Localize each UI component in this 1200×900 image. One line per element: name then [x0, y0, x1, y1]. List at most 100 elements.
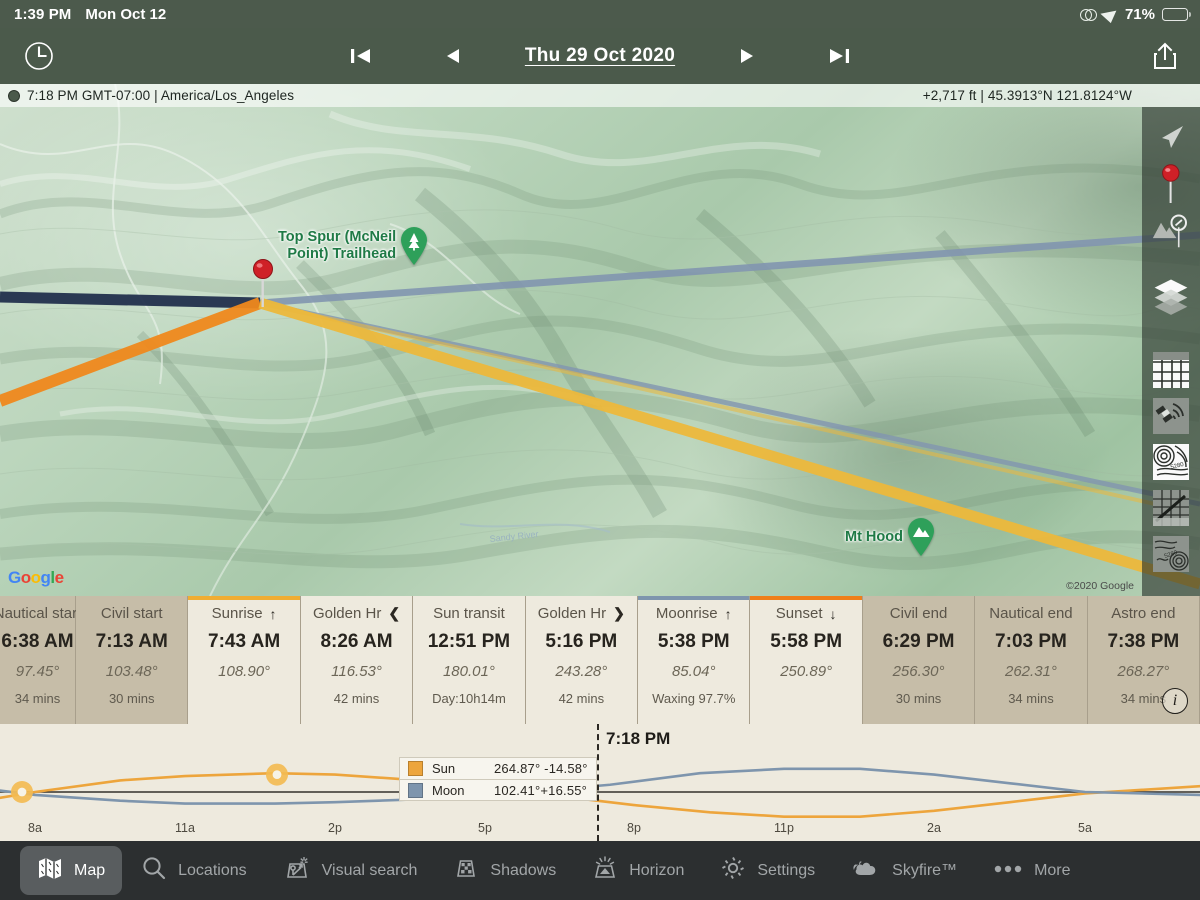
table-column[interactable]: Nautical start 6:38 AM 97.45° 34 mins [0, 596, 81, 724]
tab-settings[interactable]: Settings [703, 846, 832, 895]
column-azimuth: 243.28° [555, 663, 608, 680]
table-column[interactable]: Sunset ↓ 5:58 PM 250.89° [750, 596, 863, 724]
tab-visual-search[interactable]: Visual search [266, 846, 435, 895]
elevation-profile-icon[interactable] [1151, 485, 1191, 531]
tab-more[interactable]: More [976, 853, 1087, 889]
clock-icon[interactable] [22, 39, 56, 73]
bottom-tab-bar: Map Locations Visual search Shadows Horizon S… [0, 841, 1200, 900]
column-marker-icon: ❯ [613, 605, 625, 621]
column-header: Sunrise ↑ [212, 605, 277, 622]
map-canvas[interactable]: Sandy River Top Spur (McNeil Point) Trail… [0, 84, 1200, 596]
skip-to-end-button[interactable] [818, 36, 860, 76]
share-icon[interactable] [1152, 41, 1178, 71]
battery-percent: 71% [1124, 5, 1155, 23]
column-header: Sun transit [433, 605, 505, 622]
current-date-label[interactable]: Thu 29 Oct 2020 [525, 45, 675, 67]
skip-to-start-button[interactable] [340, 36, 382, 76]
satellite-icon[interactable] [1151, 393, 1191, 439]
column-header-label: Astro end [1111, 605, 1176, 622]
map-icon [37, 855, 63, 886]
top-toolbar: Thu 29 Oct 2020 [0, 28, 1200, 84]
poi-mt-hood[interactable]: Mt Hood [845, 517, 937, 557]
link-icon [1079, 8, 1097, 21]
tab-skyfire[interactable]: Skyfire™ [834, 847, 974, 894]
chart-legend: Sun 264.87° -14.58° Moon 102.41°+16.55° [399, 757, 597, 801]
map-info-bar: 7:18 PM GMT-07:00 | America/Los_Angeles … [0, 84, 1200, 107]
table-column[interactable]: Civil end 6:29 PM 256.30° 30 mins [862, 596, 976, 724]
column-duration: 34 mins [1008, 691, 1054, 706]
mountain-peak-icon[interactable] [1151, 207, 1191, 253]
moon-color-swatch [408, 782, 423, 798]
table-column[interactable]: Nautical end 7:03 PM 262.31° 34 mins [975, 596, 1088, 724]
poi-label-text: Mt Hood [845, 528, 903, 545]
status-date: Mon Oct 12 [85, 5, 167, 23]
table-column[interactable]: Golden Hr ❯ 5:16 PM 243.28° 42 mins [525, 596, 639, 724]
column-marker-icon: ↓ [829, 605, 837, 622]
location-arrow-icon [1100, 5, 1122, 23]
legend-row-sun: Sun 264.87° -14.58° [400, 758, 596, 779]
search-icon [141, 855, 167, 886]
table-column[interactable]: Sun transit 12:51 PM 180.01° Day:10h14m [413, 596, 526, 724]
primary-location-pin[interactable] [252, 259, 274, 307]
legend-row-moon: Moon 102.41°+16.55° [400, 779, 596, 800]
status-bar: 1:39 PM Mon Oct 12 71% [0, 0, 1200, 28]
column-header: Civil end [890, 605, 948, 622]
current-time-label: 7:18 PM [606, 729, 671, 748]
column-azimuth: 256.30° [892, 663, 945, 680]
table-column[interactable]: Moonrise ↑ 5:38 PM 85.04° Waxing 97.7% [638, 596, 751, 724]
sun-event-marker[interactable] [266, 763, 288, 786]
column-azimuth: 268.27° [1117, 663, 1170, 680]
column-duration: 42 mins [558, 691, 605, 706]
column-azimuth: 116.53° [331, 663, 382, 680]
table-column[interactable]: Golden Hr ❮ 8:26 AM 116.53° 42 mins [300, 596, 414, 724]
sun-moon-altitude-chart[interactable]: 7:18 PM 8a 11a 2p 5p 8p 11p 2a 5a [0, 724, 1200, 841]
moon-phase-icon [8, 89, 20, 102]
table-column[interactable]: Sunrise ↑ 7:43 AM 108.90° [188, 596, 301, 724]
tab-locations[interactable]: Locations [124, 846, 264, 895]
column-azimuth: 250.89° [780, 663, 833, 680]
shadows-icon [453, 855, 479, 886]
map-copyright: ©2020 Google [1066, 580, 1134, 592]
column-header: Nautical end [989, 605, 1072, 622]
column-marker-icon: ❮ [388, 605, 401, 621]
column-time: 5:38 PM [657, 631, 730, 652]
sun-event-marker[interactable] [11, 781, 33, 803]
status-bar-right: 71% [1079, 5, 1200, 23]
sun-color-swatch [408, 761, 423, 776]
chart-series-sun [0, 771, 1200, 818]
cloud-icon [851, 856, 881, 885]
column-time: 7:03 PM [995, 631, 1067, 652]
x-tick-label: 11a [175, 821, 195, 835]
info-button[interactable]: i [1162, 688, 1188, 714]
column-duration: 30 mins [108, 691, 155, 706]
tab-map[interactable]: Map [20, 846, 123, 895]
map-layers-icon[interactable] [1151, 263, 1191, 325]
column-azimuth: 262.31° [1005, 663, 1057, 680]
night-ray [0, 291, 261, 309]
column-duration: 34 mins [14, 691, 61, 706]
column-header-label: Golden Hr [537, 605, 607, 622]
topo-map-icon[interactable]: 5280 [1151, 531, 1191, 577]
column-time: 8:26 AM [320, 631, 393, 652]
column-header: Civil start [101, 605, 163, 622]
tab-horizon[interactable]: Horizon [575, 846, 701, 895]
tab-shadows[interactable]: Shadows [436, 846, 573, 895]
ellipsis-icon [993, 862, 1023, 880]
compass-north-icon[interactable] [1151, 115, 1191, 161]
grid-overlay-icon[interactable] [1151, 347, 1191, 393]
mountain-pin-icon [907, 518, 934, 556]
status-bar-left: 1:39 PM Mon Oct 12 [0, 6, 166, 23]
table-column[interactable]: Civil start 7:13 AM 103.48° 30 mins [76, 596, 189, 724]
column-time: 5:58 PM [770, 631, 843, 652]
step-backward-button[interactable] [432, 36, 474, 76]
column-time: 7:13 AM [95, 631, 168, 652]
contour-lines-icon[interactable]: 5280 [1151, 439, 1191, 485]
column-header: Nautical start [0, 605, 81, 622]
step-forward-button[interactable] [726, 36, 768, 76]
map-pin-icon[interactable] [1151, 161, 1191, 207]
poi-top-spur-trailhead[interactable]: Top Spur (McNeil Point) Trailhead [278, 226, 430, 266]
x-tick-label: 8p [627, 821, 641, 835]
tree-park-pin-icon [401, 227, 428, 265]
date-navigator: Thu 29 Oct 2020 [340, 36, 860, 76]
x-tick-label: 11p [774, 821, 794, 835]
